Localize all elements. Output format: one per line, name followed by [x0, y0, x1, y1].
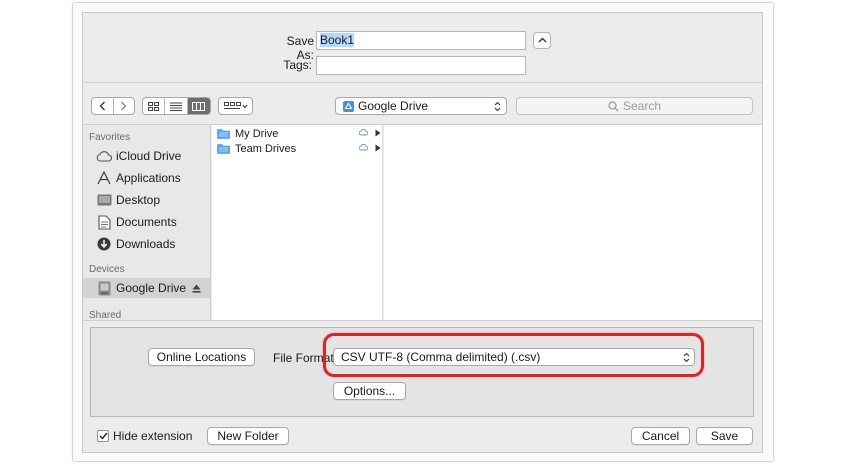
browser-column-1: My Drive Team Drives: [212, 125, 383, 320]
location-label: Google Drive: [358, 99, 429, 113]
search-icon: [608, 100, 619, 111]
online-locations-button[interactable]: Online Locations: [148, 348, 255, 366]
sidebar-item-documents[interactable]: Documents: [83, 212, 210, 232]
sidebar-item-label: iCloud Drive: [116, 149, 182, 163]
desktop-icon: [96, 192, 112, 208]
group-arrange-button[interactable]: [218, 97, 253, 115]
location-popup[interactable]: Google Drive: [335, 97, 507, 115]
sidebar-item-label: Google Drive: [116, 281, 187, 295]
disclosure-triangle-icon: [375, 129, 381, 137]
expand-dialog-button[interactable]: [533, 32, 551, 49]
arrange-icon: [223, 101, 247, 109]
icon-grid-icon: [148, 101, 160, 111]
sidebar: Favorites iCloud Drive Applications Desk…: [83, 125, 211, 320]
save-button[interactable]: Save: [696, 427, 753, 445]
save-as-value: Book1: [320, 33, 355, 47]
browser-column-2: [384, 125, 762, 320]
shared-heading: Shared: [89, 310, 122, 320]
applications-icon: [96, 170, 112, 186]
popup-arrows-icon: [494, 101, 501, 112]
hide-extension-checkbox[interactable]: [97, 430, 109, 442]
item-label: My Drive: [235, 127, 279, 140]
item-label: Team Drives: [235, 142, 297, 155]
sidebar-item-desktop[interactable]: Desktop: [83, 190, 210, 210]
sidebar-item-google-drive[interactable]: Google Drive: [83, 278, 210, 298]
drive-disk-icon: [96, 280, 112, 296]
sidebar-item-label: Applications: [116, 171, 181, 185]
chevron-right-icon: [121, 101, 127, 111]
favorites-heading: Favorites: [89, 132, 131, 143]
group-arrange-inner: [219, 98, 252, 114]
documents-icon: [96, 214, 112, 230]
folder-icon: [217, 144, 230, 154]
sidebar-item-label: Desktop: [116, 193, 161, 207]
hide-extension-label: Hide extension: [113, 429, 193, 443]
sidebar-item-downloads[interactable]: Downloads: [83, 234, 210, 254]
downloads-icon: [96, 236, 112, 252]
search-input[interactable]: Search: [516, 97, 753, 115]
devices-heading: Devices: [89, 264, 125, 275]
hide-extension-option[interactable]: Hide extension: [97, 429, 192, 443]
back-forward-control: [91, 97, 135, 115]
sidebar-item-label: Documents: [116, 215, 177, 229]
column-view-button[interactable]: [187, 98, 210, 114]
list-icon: [170, 102, 183, 111]
sidebar-item-label: Downloads: [116, 237, 176, 251]
view-mode-control: [142, 97, 211, 115]
new-folder-button[interactable]: New Folder: [207, 427, 289, 445]
sidebar-item-icloud-drive[interactable]: iCloud Drive: [83, 146, 210, 166]
cloud-status-icon: [359, 144, 368, 151]
tags-label: Tags:: [283, 58, 312, 72]
list-item-team-drives[interactable]: Team Drives: [212, 141, 383, 156]
browser-bottom-divider: [83, 320, 762, 321]
back-button[interactable]: [92, 98, 114, 114]
search-placeholder: Search: [622, 99, 662, 113]
disclosure-triangle-icon: [375, 144, 381, 152]
cloud-icon: [96, 148, 112, 164]
eject-icon[interactable]: [192, 282, 201, 296]
forward-button[interactable]: [114, 98, 135, 114]
list-view-button[interactable]: [165, 98, 188, 114]
icon-view-button[interactable]: [143, 98, 166, 114]
save-as-input[interactable]: Book1: [316, 31, 526, 50]
chevron-up-icon: [538, 37, 547, 43]
cloud-status-icon: [359, 129, 368, 136]
options-button[interactable]: Options...: [333, 382, 406, 400]
annotation-highlight: [323, 333, 704, 377]
checkmark-icon: [99, 432, 108, 440]
chevron-left-icon: [99, 101, 105, 111]
cancel-button[interactable]: Cancel: [631, 427, 690, 445]
folder-icon: [217, 129, 230, 139]
tags-input[interactable]: [316, 56, 526, 75]
sidebar-item-applications[interactable]: Applications: [83, 168, 210, 188]
toolbar-divider: [83, 82, 762, 83]
list-item-my-drive[interactable]: My Drive: [212, 126, 383, 141]
google-drive-icon: [343, 100, 354, 112]
columns-icon: [192, 101, 206, 111]
